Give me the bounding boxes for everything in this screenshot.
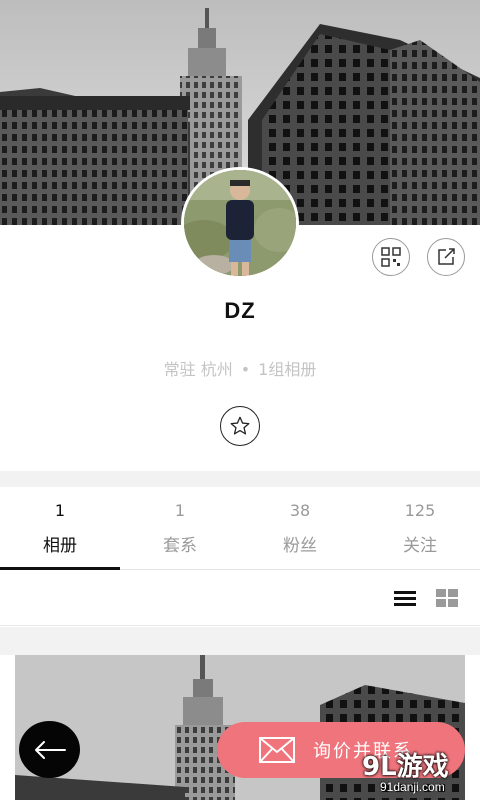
share-icon bbox=[438, 248, 455, 265]
tab-following[interactable]: 125 关注 bbox=[360, 487, 480, 569]
site-watermark: 9L游戏 91danji.com bbox=[352, 742, 480, 800]
tab-albums[interactable]: 1 相册 bbox=[0, 487, 120, 570]
tab-packages[interactable]: 1 套系 bbox=[120, 487, 240, 569]
arrow-left-icon bbox=[34, 740, 66, 759]
watermark-domain: 91danji.com bbox=[380, 780, 445, 794]
tab-label: 粉丝 bbox=[283, 536, 317, 556]
profile-name: DZ bbox=[224, 298, 256, 323]
profile-location: 常驻 杭州 bbox=[163, 360, 233, 379]
tab-label: 关注 bbox=[403, 536, 437, 556]
tab-count: 38 bbox=[289, 501, 311, 520]
tab-label: 相册 bbox=[43, 536, 77, 556]
profile-meta: 常驻 杭州 • 1组相册 bbox=[0, 356, 480, 380]
star-icon bbox=[230, 416, 250, 435]
favorite-button[interactable] bbox=[220, 406, 260, 446]
tab-followers[interactable]: 38 粉丝 bbox=[240, 487, 360, 569]
tab-label: 套系 bbox=[163, 536, 197, 556]
avatar[interactable] bbox=[181, 167, 299, 279]
view-toggle-bar bbox=[0, 570, 480, 626]
back-button[interactable] bbox=[19, 721, 80, 778]
tab-count: 125 bbox=[404, 501, 436, 520]
list-view-icon[interactable] bbox=[394, 590, 416, 606]
grid-view-icon[interactable] bbox=[436, 589, 458, 607]
tab-count: 1 bbox=[54, 501, 66, 520]
envelope-icon bbox=[259, 737, 295, 763]
qr-code-icon bbox=[381, 247, 401, 267]
tab-count: 1 bbox=[174, 501, 186, 520]
watermark-brand: 9L游戏 bbox=[362, 752, 449, 782]
meta-separator: • bbox=[240, 360, 251, 379]
qr-code-button[interactable] bbox=[372, 238, 410, 276]
profile-tabs: 1 相册 1 套系 38 粉丝 125 关注 bbox=[0, 487, 480, 570]
profile-albums-summary: 1组相册 bbox=[258, 360, 317, 379]
section-divider bbox=[0, 471, 480, 487]
share-button[interactable] bbox=[427, 238, 465, 276]
section-divider bbox=[0, 627, 480, 655]
